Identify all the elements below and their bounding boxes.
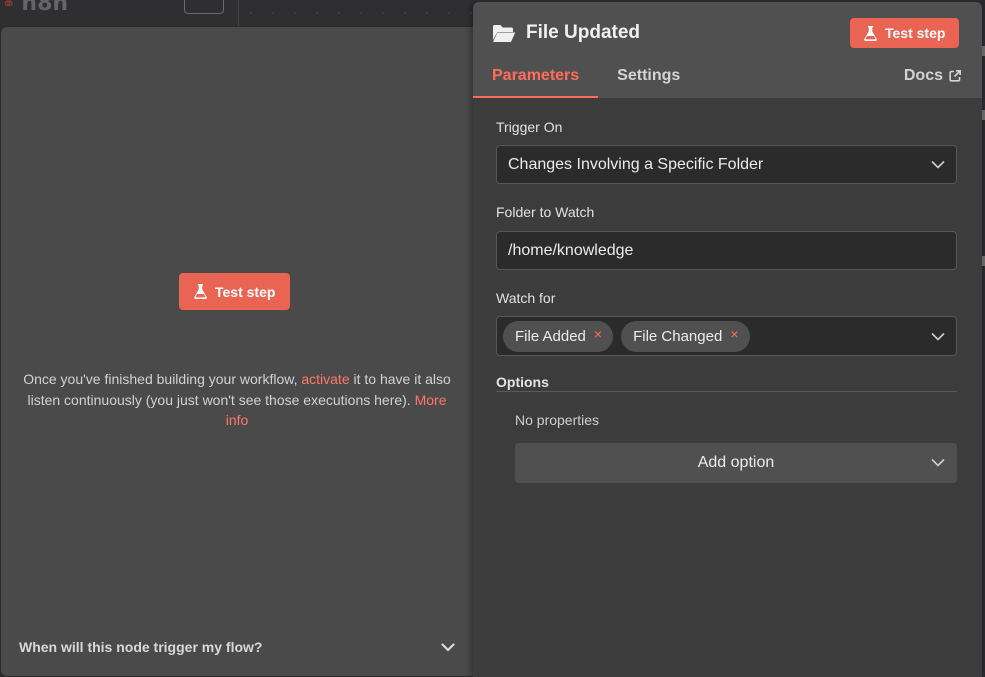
folder-open-icon: [493, 24, 516, 42]
activation-message-text-start: Once you've finished building your workf…: [23, 371, 302, 387]
chip-file-added[interactable]: File Added ×: [503, 320, 614, 352]
watch-for-multiselect[interactable]: File Added × File Changed ×: [496, 316, 957, 356]
tab-docs[interactable]: Docs: [904, 67, 961, 85]
chevron-down-icon: [931, 160, 945, 169]
node-tabs: Parameters Settings Docs: [473, 64, 982, 98]
node-test-step-label: Test step: [885, 25, 946, 41]
chevron-down-icon: [931, 458, 945, 467]
input-panel: Test step Once you've finished building …: [1, 27, 474, 676]
trigger-on-label: Trigger On: [496, 119, 563, 135]
docs-label: Docs: [903, 67, 943, 84]
external-link-icon: [949, 70, 961, 82]
canvas-toolbar-button[interactable]: [184, 0, 224, 14]
folder-to-watch-value: /home/knowledge: [508, 241, 634, 259]
flask-icon: [864, 25, 877, 41]
chip-label: File Changed: [633, 327, 723, 345]
activate-link[interactable]: activate: [301, 371, 349, 387]
chip-file-changed[interactable]: File Changed ×: [621, 320, 750, 352]
tab-settings[interactable]: Settings: [598, 64, 699, 98]
node-title: File Updated: [492, 20, 640, 46]
node-title-text[interactable]: File Updated: [526, 22, 640, 44]
chevron-down-icon: [441, 642, 455, 652]
activation-message: Once you've finished building your workf…: [21, 369, 453, 431]
node-test-step-button[interactable]: Test step: [850, 18, 960, 48]
remove-chip-icon[interactable]: ×: [730, 326, 738, 342]
node-details-panel: File Updated Test step Parameters Settin…: [473, 2, 982, 677]
canvas-dot-grid: [240, 8, 480, 18]
chevron-down-icon: [931, 332, 945, 341]
logo-mark-icon: ⚭: [2, 0, 16, 13]
input-test-step-label: Test step: [215, 283, 276, 300]
canvas-divider: [238, 0, 239, 26]
watch-for-label: Watch for: [496, 290, 556, 306]
chip-label: File Added: [515, 327, 586, 345]
flask-icon: [194, 284, 207, 299]
folder-to-watch-input[interactable]: /home/knowledge: [496, 231, 957, 270]
add-option-button[interactable]: Add option: [515, 443, 957, 483]
trigger-on-value: Changes Involving a Specific Folder: [508, 155, 764, 173]
trigger-info-question: When will this node trigger my flow?: [19, 639, 263, 655]
options-heading: Options: [496, 374, 957, 392]
app-logo: ⚭ n8n: [2, 0, 92, 16]
node-header: File Updated Test step Parameters Settin…: [473, 2, 982, 98]
folder-to-watch-label: Folder to Watch: [496, 204, 595, 220]
trigger-on-select[interactable]: Changes Involving a Specific Folder: [496, 145, 957, 184]
add-option-label: Add option: [697, 454, 775, 471]
tab-parameters[interactable]: Parameters: [473, 64, 599, 98]
trigger-info-accordion[interactable]: When will this node trigger my flow?: [19, 637, 455, 657]
remove-chip-icon[interactable]: ×: [594, 326, 602, 342]
no-properties-text: No properties: [515, 412, 600, 428]
logo-text: n8n: [21, 0, 69, 16]
input-test-step-button[interactable]: Test step: [179, 273, 291, 310]
